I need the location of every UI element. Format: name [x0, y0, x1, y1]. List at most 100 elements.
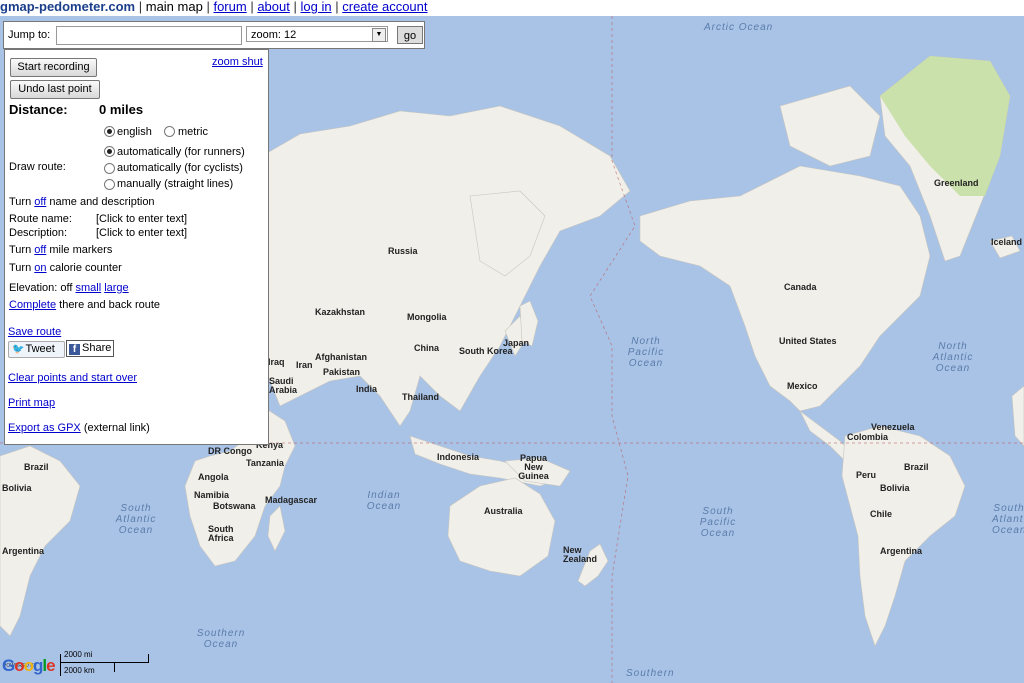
mile-markers-toggle-row: Turn off mile markers	[9, 244, 112, 256]
country-label: Kazakhstan	[315, 307, 366, 317]
nav-separator: |	[293, 0, 297, 14]
twitter-bird-icon: 🐦	[12, 344, 25, 355]
tweet-label: Tweet	[25, 343, 55, 355]
country-label: Pakistan	[323, 367, 361, 377]
calorie-on-link[interactable]: on	[34, 262, 46, 274]
turn-text: Turn	[9, 196, 32, 208]
tweet-button[interactable]: 🐦Tweet	[8, 341, 65, 358]
description-value[interactable]: [Click to enter text]	[96, 227, 187, 239]
nav-link-login[interactable]: log in	[301, 0, 332, 14]
facebook-icon: f	[69, 344, 80, 355]
country-label: Chile	[870, 509, 893, 519]
zoom-shut-link[interactable]: zoom shut	[212, 56, 263, 68]
zoom-select[interactable]: zoom: 12 ▼	[246, 26, 388, 42]
export-note: (external link)	[83, 422, 150, 434]
country-label: Iran	[296, 360, 313, 370]
draw-cyclists-radio[interactable]	[104, 163, 115, 174]
ocean-label-south-atlantic-right: South Atlantic Ocean	[992, 503, 1024, 536]
country-label: Indonesia	[437, 452, 480, 462]
country-label: Greenland	[934, 178, 979, 188]
nav-link-about[interactable]: about	[257, 0, 290, 14]
country-label: Iceland	[991, 237, 1023, 247]
country-label: Russia	[388, 246, 418, 256]
name-desc-off-link[interactable]: off	[34, 196, 46, 208]
elevation-large-link[interactable]: large	[104, 282, 128, 294]
name-desc-toggle-row: Turn off name and description	[9, 196, 155, 208]
draw-runners-radio[interactable]	[104, 146, 115, 157]
draw-manual-radio[interactable]	[104, 179, 115, 190]
top-nav: gmap-pedometer.com | main map | forum | …	[0, 0, 1024, 16]
complete-route-row: Complete there and back route	[9, 299, 160, 311]
save-route-link[interactable]: Save route	[8, 326, 61, 338]
zoom-select-value: zoom: 12	[251, 29, 297, 41]
country-label: Colombia	[847, 432, 889, 442]
jump-to-input[interactable]	[56, 26, 242, 45]
country-label: Mongolia	[407, 312, 447, 322]
country-label: South Africa	[208, 524, 234, 543]
country-label: Brazil	[24, 462, 49, 472]
nav-link-create-account[interactable]: create account	[342, 0, 427, 14]
nav-separator: |	[250, 0, 254, 14]
country-label: Afghanistan	[315, 352, 368, 362]
google-logo[interactable]: Google	[2, 656, 56, 676]
country-label: Venezuela	[871, 422, 915, 432]
country-label: Thailand	[402, 392, 440, 402]
chevron-down-icon[interactable]: ▼	[372, 28, 386, 42]
country-label: China	[414, 343, 440, 353]
export-gpx-link[interactable]: Export as GPX	[8, 422, 81, 434]
route-name-value[interactable]: [Click to enter text]	[96, 213, 187, 225]
country-label: India	[356, 384, 378, 394]
country-label: Bolivia	[2, 483, 32, 493]
print-map-link[interactable]: Print map	[8, 397, 55, 409]
mile-markers-off-link[interactable]: off	[34, 244, 46, 256]
jump-to-bar: Jump to: zoom: 12 ▼ go	[3, 21, 425, 49]
nav-separator: |	[206, 0, 210, 14]
turn-text: Turn	[9, 244, 32, 256]
ocean-label-north-pacific: North Pacific Ocean	[627, 336, 665, 369]
units-metric-radio[interactable]	[164, 126, 175, 137]
units-english-radio[interactable]	[104, 126, 115, 137]
facebook-share-button[interactable]: f Share	[66, 340, 114, 357]
country-label: Brazil	[904, 462, 929, 472]
elevation-row: Elevation: off small large	[9, 282, 129, 294]
draw-route-label: Draw route:	[9, 161, 66, 173]
complete-route-link[interactable]: Complete	[9, 299, 56, 311]
country-label: Iraq	[268, 357, 285, 367]
ocean-label-north-atlantic: North Atlantic Ocean	[932, 341, 974, 374]
calorie-text: calorie counter	[49, 262, 122, 274]
country-label: DR Congo	[208, 446, 252, 456]
draw-runners-label: automatically (for runners)	[117, 146, 245, 158]
nav-link-forum[interactable]: forum	[213, 0, 246, 14]
go-button[interactable]: go	[397, 26, 423, 44]
name-desc-text: name and description	[49, 196, 155, 208]
distance-label: Distance:	[9, 102, 68, 117]
undo-last-point-button[interactable]: Undo last point	[10, 80, 100, 99]
complete-route-text: there and back route	[59, 299, 161, 311]
share-label: Share	[82, 342, 112, 354]
ocean-label-southern-2: Southern	[626, 668, 675, 679]
turn-text: Turn	[9, 262, 32, 274]
country-label: Argentina	[2, 546, 45, 556]
country-label: Bolivia	[880, 483, 910, 493]
ocean-label-south-pacific: South Pacific Ocean	[699, 506, 737, 539]
ocean-label-indian: Indian Ocean	[366, 490, 402, 512]
elevation-small-link[interactable]: small	[75, 282, 101, 294]
country-label: Canada	[784, 282, 817, 292]
country-label: Namibia	[194, 490, 230, 500]
draw-manual-label: manually (straight lines)	[117, 178, 234, 190]
ocean-label-southern: Southern Ocean	[196, 628, 246, 650]
nav-separator: |	[138, 0, 143, 14]
distance-value: 0 miles	[99, 102, 144, 117]
scale-miles: 2000 mi	[64, 650, 93, 659]
country-label: United States	[779, 336, 837, 346]
site-brand-link[interactable]: gmap-pedometer.com	[0, 0, 135, 14]
clear-points-link[interactable]: Clear points and start over	[8, 372, 137, 384]
country-label: Argentina	[880, 546, 923, 556]
calorie-toggle-row: Turn on calorie counter	[9, 262, 122, 274]
country-label: Mexico	[787, 381, 818, 391]
country-label: Madagascar	[265, 495, 318, 505]
country-label: Japan	[503, 338, 530, 348]
map-scale-bar: 2000 mi 2000 km	[60, 650, 150, 678]
start-recording-button[interactable]: Start recording	[10, 58, 97, 77]
draw-cyclists-label: automatically (for cyclists)	[117, 162, 243, 174]
